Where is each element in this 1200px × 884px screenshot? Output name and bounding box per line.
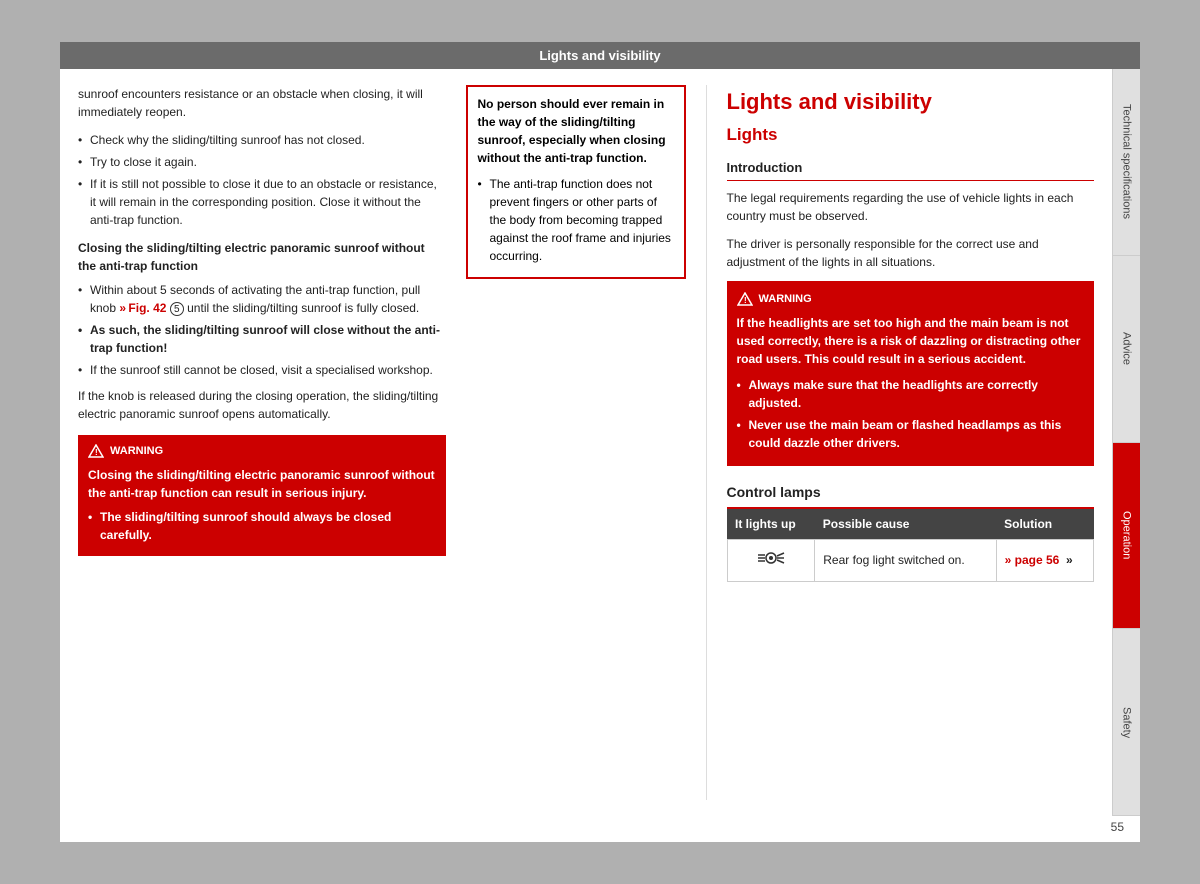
closing-heading: Closing the sliding/tilting electric pan…: [78, 239, 446, 275]
warning-bold-text: Closing the sliding/tilting electric pan…: [88, 466, 436, 502]
center-bold-text: No person should ever remain in the way …: [478, 95, 674, 167]
right-warning-bullet1: Always make sure that the headlights are…: [737, 376, 1085, 412]
intro-para1: The legal requirements regarding the use…: [727, 189, 1095, 225]
bullet-within: Within about 5 seconds of activating the…: [78, 281, 446, 317]
page-body: sunroof encounters resistance or an obst…: [60, 69, 1140, 816]
bullet-check: Check why the sliding/tilting sunroof ha…: [78, 131, 446, 149]
warning-dark-header: ! WARNING: [88, 443, 436, 460]
introduction-heading: Introduction: [727, 158, 1095, 182]
center-warning-box: No person should ever remain in the way …: [466, 85, 686, 279]
right-warning-box: ! WARNING If the headlights are set too …: [727, 281, 1095, 466]
svg-text:!: !: [95, 448, 98, 457]
fig-ref: » Fig. 42: [119, 301, 166, 315]
right-warning-triangle-icon: !: [737, 292, 753, 306]
main-content: sunroof encounters resistance or an obst…: [60, 69, 1112, 816]
center-bullet: The anti-trap function does not prevent …: [478, 175, 674, 265]
warning-box-bottom: ! WARNING Closing the sliding/tilting el…: [78, 435, 446, 556]
right-warning-bullet2: Never use the main beam or flashed headl…: [737, 416, 1085, 452]
col-header-solution: Solution: [996, 509, 1093, 540]
knob-text: If the knob is released during the closi…: [78, 387, 446, 423]
warning-triangle-icon: !: [88, 444, 104, 458]
bullet-obstacle: If it is still not possible to close it …: [78, 175, 446, 229]
fog-cause-cell: Rear fog light switched on.: [815, 539, 996, 581]
left-column: sunroof encounters resistance or an obst…: [78, 85, 446, 800]
fog-light-icon-cell: [727, 539, 815, 581]
right-warning-main-text: If the headlights are set too high and t…: [737, 314, 1085, 368]
sidebar-tab-advice[interactable]: Advice: [1112, 256, 1140, 443]
control-lamps-section: Control lamps It lights up Possible caus…: [727, 482, 1095, 582]
page-container: Lights and visibility sunroof encounters…: [60, 42, 1140, 842]
control-lamps-title: Control lamps: [727, 482, 1095, 509]
intro-para2: The driver is personally responsible for…: [727, 235, 1095, 271]
page-number: 55: [60, 816, 1140, 842]
fig-num: 5: [170, 302, 184, 316]
fog-solution-cell: » page 56 »: [996, 539, 1093, 581]
table-row: Rear fog light switched on. » page 56 »: [727, 539, 1094, 581]
warning-bullet: The sliding/tilting sunroof should alway…: [88, 508, 436, 544]
svg-text:!: !: [744, 296, 747, 305]
arrow-icon: »: [1066, 553, 1073, 567]
fog-rear-icon: [756, 546, 786, 570]
sidebar-tab-technical[interactable]: Technical specifications: [1112, 69, 1140, 256]
center-column: No person should ever remain in the way …: [466, 85, 686, 800]
col-header-lights: It lights up: [727, 509, 815, 540]
sidebar-tab-safety[interactable]: Safety: [1112, 629, 1140, 816]
subsection-title: Lights: [727, 122, 1095, 148]
section-title: Lights and visibility: [727, 85, 1095, 118]
right-warning-header: ! WARNING: [737, 291, 1085, 308]
intro-text: sunroof encounters resistance or an obst…: [78, 85, 446, 121]
sidebar-tab-operation[interactable]: Operation: [1112, 443, 1140, 630]
bullet-visit: If the sunroof still cannot be closed, v…: [78, 361, 446, 379]
sidebar: Technical specifications Advice Operatio…: [1112, 69, 1140, 816]
header-title: Lights and visibility: [539, 48, 660, 63]
bullet-try: Try to close it again.: [78, 153, 446, 171]
bullet-assuch: As such, the sliding/tilting sunroof wil…: [78, 321, 446, 357]
right-column: Lights and visibility Lights Introductio…: [706, 85, 1095, 800]
page-header: Lights and visibility: [60, 42, 1140, 69]
col-header-cause: Possible cause: [815, 509, 996, 540]
lamps-table: It lights up Possible cause Solution: [727, 509, 1095, 582]
